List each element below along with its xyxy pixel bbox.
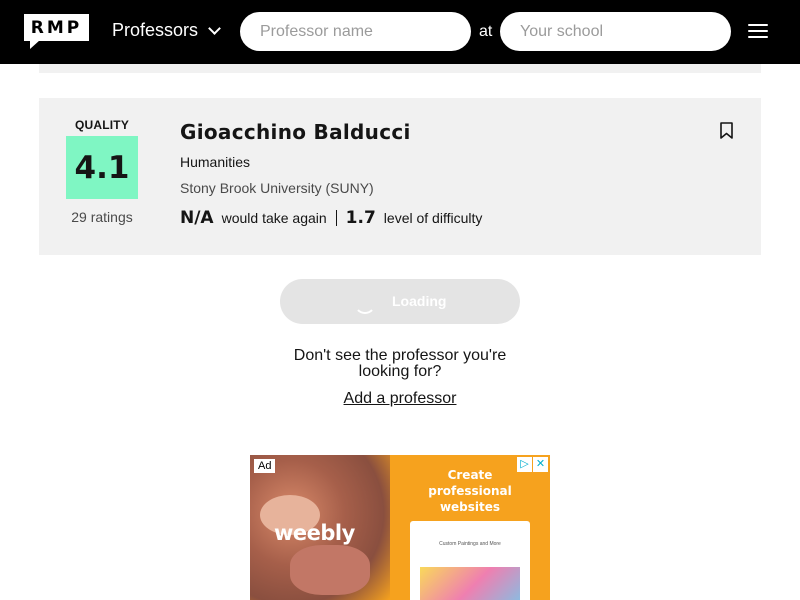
loading-spinner-icon (354, 292, 376, 314)
chevron-down-icon (208, 21, 221, 35)
professor-name-input[interactable] (240, 12, 471, 51)
add-professor-link[interactable]: Add a professor (280, 390, 520, 408)
ad-screen-picture (420, 567, 520, 600)
quality-label: QUALITY (74, 118, 130, 132)
ad-headline: Create professional websites (428, 468, 512, 514)
logo-text: RMP (24, 14, 89, 41)
school-input[interactable] (500, 12, 731, 51)
ad-badge: Ad (254, 459, 276, 473)
stats-divider (335, 210, 337, 226)
would-take-again-value: N/A (180, 208, 214, 228)
difficulty-value: 1.7 (345, 208, 376, 228)
professor-school: Stony Brook University (SUNY) (180, 180, 374, 196)
ad-website-preview: Custom Paintings and More (410, 521, 530, 600)
ratings-count: 29 ratings (71, 209, 133, 225)
professors-dropdown-label: Professors (112, 20, 199, 40)
difficulty-label: level of difficulty (383, 210, 483, 226)
bookmark-icon[interactable] (720, 122, 733, 139)
rmp-logo[interactable]: RMP (24, 14, 89, 49)
professor-stats: N/A would take again 1.7 level of diffic… (180, 208, 482, 228)
ad-screen-title: Custom Paintings and More (439, 541, 501, 547)
professor-name: Gioacchino Balducci (180, 120, 411, 144)
at-label: at (479, 23, 493, 40)
professor-card[interactable]: QUALITY 4.1 29 ratings Gioacchino Balduc… (39, 98, 761, 255)
logo-speech-tail (30, 40, 40, 49)
load-more-label: Loading (392, 293, 447, 309)
professor-department: Humanities (180, 154, 251, 170)
advertisement[interactable]: Ad ▷ ✕ weebly Create professional websit… (250, 455, 550, 600)
ad-close-icon[interactable]: ✕ (533, 457, 548, 472)
professors-dropdown[interactable]: Professors (112, 20, 221, 41)
hamburger-menu-icon[interactable] (748, 24, 768, 40)
top-navigation-bar: RMP Professors at (0, 0, 800, 64)
ad-brand: weebly (274, 521, 355, 545)
quality-score: 4.1 (66, 136, 138, 199)
would-take-again-label: would take again (221, 210, 327, 226)
missing-professor-text: Don't see the professor you're looking f… (293, 347, 507, 380)
